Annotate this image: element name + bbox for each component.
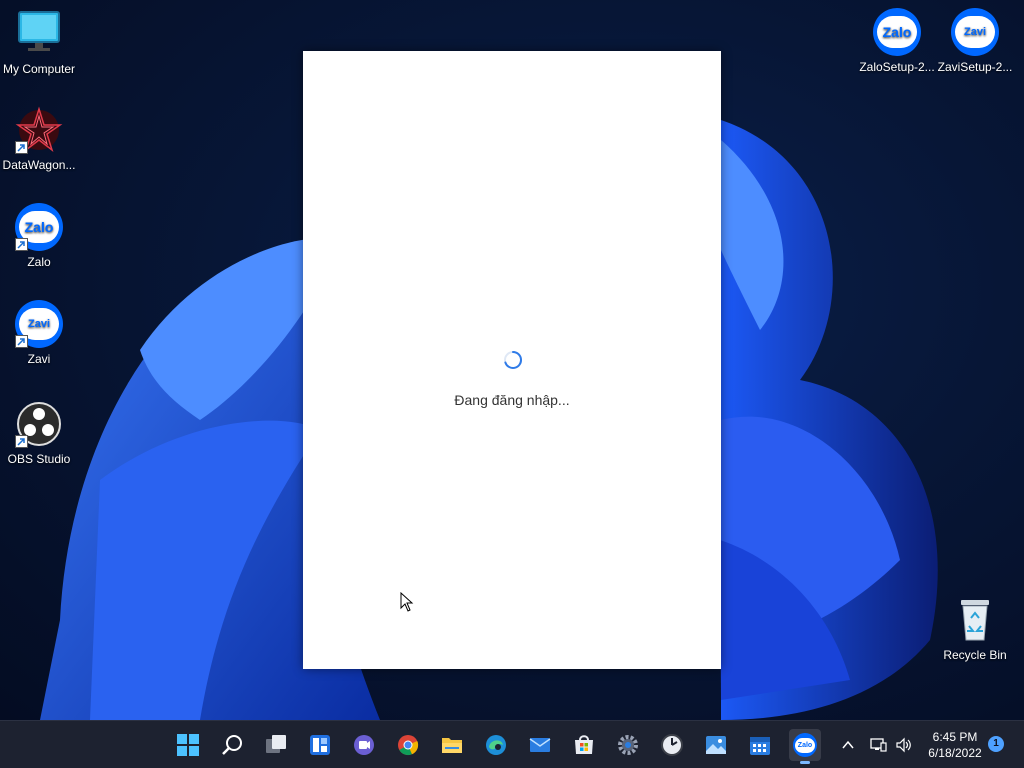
desktop-icon-label: OBS Studio [7,452,71,466]
windows-start-icon [177,734,199,756]
calendar-icon [750,737,770,755]
settings-button[interactable] [612,729,644,761]
task-view-icon [266,735,286,753]
clock-app-button[interactable] [656,729,688,761]
teams-chat-icon [354,735,374,755]
desktop-icon-zalo[interactable]: Zalo Zalo [0,203,78,269]
desktop-icon-recycle-bin[interactable]: Recycle Bin [936,596,1014,662]
chrome-button[interactable] [392,729,424,761]
search-button[interactable] [216,729,248,761]
task-view-button[interactable] [260,729,292,761]
obs-icon [15,400,63,448]
desktop-icon-label: Zavi [27,352,51,366]
chrome-icon [398,735,419,756]
running-indicator [800,761,810,764]
mouse-cursor-icon [400,592,414,612]
tray-clock[interactable]: 6:45 PM 6/18/2022 [922,729,988,761]
mail-button[interactable] [524,729,556,761]
zalo-taskbar-icon: Zalo [793,733,817,757]
desktop-icon-my-computer[interactable]: My Computer [0,10,78,76]
desktop-icon-zavi[interactable]: Zavi Zavi [0,300,78,366]
desktop-icon-zavisetup[interactable]: Zavi ZaviSetup-2... [936,8,1014,74]
search-icon [222,735,242,755]
tray-overflow-button[interactable] [836,729,860,761]
notification-count-badge[interactable]: 1 [988,736,1004,752]
settings-icon [618,735,638,755]
desktop: My Computer DataWagon... Zalo Zalo Zavi … [0,0,1024,720]
desktop-icon-label: ZaloSetup-2... [859,60,935,74]
file-explorer-button[interactable] [436,729,468,761]
photos-button[interactable] [700,729,732,761]
desktop-icon-label: My Computer [2,62,76,76]
zalo-icon: Zalo [15,203,63,251]
store-icon [575,735,593,754]
shortcut-arrow-icon [15,141,28,154]
monitor-icon [15,10,63,58]
zavi-icon: Zavi [951,8,999,56]
file-explorer-icon [442,738,462,753]
tray-network-button[interactable] [866,729,890,761]
desktop-icon-label: ZaviSetup-2... [937,60,1013,74]
desktop-icon-obs-studio[interactable]: OBS Studio [0,400,78,466]
loading-spinner-icon [504,351,522,369]
desktop-icon-label: Recycle Bin [943,648,1007,662]
taskbar: Zalo 6:45 PM 6/18/2022 [0,720,1024,768]
photos-icon [706,736,726,754]
clock-time: 6:45 PM [932,730,978,744]
zalo-icon: Zalo [873,8,921,56]
widgets-button[interactable] [304,729,336,761]
volume-icon [896,737,911,753]
tray-volume-button[interactable] [892,729,916,761]
zavi-icon: Zavi [15,300,63,348]
recycle-bin-icon [951,596,999,644]
login-status-text: Đang đăng nhập... [454,392,570,408]
widgets-icon [310,735,330,755]
store-button[interactable] [568,729,600,761]
calendar-button[interactable] [744,729,776,761]
zalo-login-window[interactable]: Đang đăng nhập... [303,51,721,669]
teams-chat-button[interactable] [348,729,380,761]
desktop-icon-zalosetup[interactable]: Zalo ZaloSetup-2... [858,8,936,74]
edge-button[interactable] [480,729,512,761]
shortcut-arrow-icon [15,435,28,448]
mail-icon [529,738,551,752]
shortcut-arrow-icon [15,335,28,348]
chevron-up-icon [842,740,854,749]
network-icon [870,738,887,752]
desktop-icon-label: DataWagon... [2,158,76,172]
zalo-taskbar-button[interactable]: Zalo [789,729,821,764]
start-button[interactable] [172,729,204,761]
desktop-icon-label: Zalo [27,255,51,269]
edge-icon [486,735,506,755]
desktop-icon-datawagon[interactable]: DataWagon... [0,106,78,172]
datawagon-star-icon [15,106,63,154]
clock-date: 6/18/2022 [928,746,982,760]
clock-app-icon [661,734,683,756]
shortcut-arrow-icon [15,238,28,251]
